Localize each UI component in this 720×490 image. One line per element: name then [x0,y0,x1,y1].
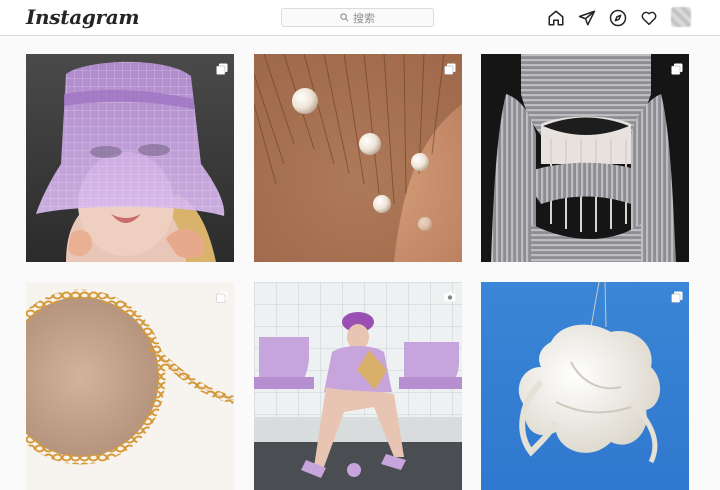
post-lilac-bucket-hat[interactable] [26,54,234,262]
post-image [26,282,234,490]
search-icon [340,13,349,22]
post-image [26,54,234,262]
home-icon[interactable] [546,8,565,27]
post-white-ruffle-sculpture[interactable] [481,282,689,490]
multiple-photos-icon [444,60,456,75]
post-lilac-outfit-station[interactable] [254,282,462,490]
post-pearl-hair-pins[interactable] [254,54,462,262]
multiple-photos-icon [671,288,683,303]
nav-icons [546,8,658,27]
video-icon [444,288,456,302]
posts-grid [26,54,689,490]
post-image [481,282,689,490]
post-image [481,54,689,262]
search-input[interactable]: 搜索 [281,8,434,27]
profile-avatar[interactable] [671,7,691,27]
multiple-photos-icon [216,60,228,75]
post-image [254,282,462,490]
direct-icon[interactable] [577,8,596,27]
activity-icon[interactable] [639,8,658,27]
multiple-photos-icon [671,60,683,75]
multiple-photos-icon [216,288,228,303]
explore-icon[interactable] [608,8,627,27]
instagram-logo[interactable]: Instagram [26,5,140,29]
post-striped-knit-corset[interactable] [481,54,689,262]
post-gold-chain-sunglasses[interactable] [26,282,234,490]
top-nav-bar: Instagram 搜索 [0,0,720,36]
search-placeholder: 搜索 [353,11,375,25]
post-image [254,54,462,262]
